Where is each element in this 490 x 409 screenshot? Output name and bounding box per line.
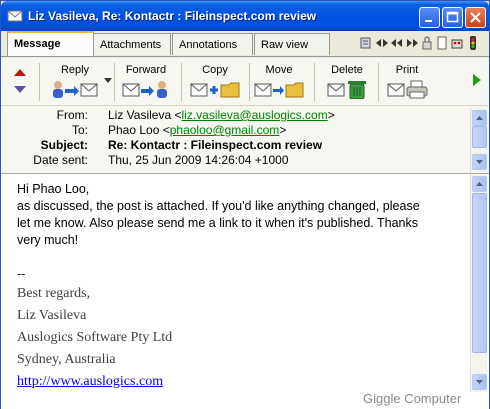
message-toolbar: Reply Forward Copy Move Delete Print bbox=[1, 58, 489, 106]
delete-icon bbox=[327, 81, 366, 99]
body-scroll-thumb[interactable] bbox=[472, 193, 487, 353]
watermark: Giggle Computer bbox=[363, 391, 462, 406]
spam-icon[interactable] bbox=[450, 35, 464, 51]
reply-label: Reply bbox=[60, 64, 90, 76]
toolbar-separator bbox=[378, 63, 379, 101]
toolbar-separator bbox=[249, 63, 250, 101]
window-title: Liz Vasileva, Re: Kontactr : Fileinspect… bbox=[28, 9, 317, 23]
envelope-icon bbox=[7, 10, 23, 22]
signature-location: Sydney, Australia bbox=[17, 352, 116, 367]
body-scrollbar[interactable] bbox=[470, 174, 487, 392]
reply-button[interactable]: Reply bbox=[49, 64, 101, 99]
toolbar-more-icon[interactable] bbox=[472, 73, 482, 87]
thread-icon[interactable] bbox=[359, 35, 373, 51]
signature-line: Best regards, bbox=[17, 286, 91, 301]
status-light-icon[interactable] bbox=[466, 35, 480, 51]
move-button[interactable]: Move bbox=[251, 64, 307, 99]
body-scroll-down-button[interactable] bbox=[472, 374, 487, 390]
to-label: To: bbox=[71, 123, 88, 137]
maximize-button[interactable] bbox=[442, 7, 463, 28]
close-icon bbox=[470, 12, 481, 23]
to-email-link[interactable]: phaoloo@gmail.com bbox=[170, 123, 280, 137]
lock-icon[interactable] bbox=[420, 35, 434, 51]
date-value: Thu, 25 Jun 2009 14:26:04 +1000 bbox=[108, 153, 289, 167]
arrow-up-icon bbox=[476, 116, 483, 120]
message-body-text: Hi Phao Loo, as discussed, the post is a… bbox=[17, 181, 465, 393]
copy-label: Copy bbox=[202, 64, 228, 76]
minimize-button[interactable] bbox=[419, 7, 440, 28]
arrow-down-icon bbox=[476, 380, 483, 384]
previous-icon[interactable] bbox=[390, 35, 404, 51]
headers-scroll-up-button[interactable] bbox=[472, 110, 487, 126]
delete-label: Delete bbox=[331, 64, 363, 76]
move-label: Move bbox=[265, 64, 293, 76]
from-row: From: Liz Vasileva <liz.vasileva@auslogi… bbox=[1, 108, 471, 123]
date-row: Date sent: Thu, 25 Jun 2009 14:26:04 +10… bbox=[1, 153, 471, 168]
next-icon[interactable] bbox=[405, 35, 419, 51]
maximize-icon bbox=[446, 11, 459, 23]
headers-scroll-down-button[interactable] bbox=[472, 154, 487, 170]
prev-next-icon[interactable] bbox=[375, 35, 389, 51]
arrow-up-icon bbox=[476, 182, 483, 186]
headers-scroll-thumb[interactable] bbox=[472, 126, 487, 148]
from-label: From: bbox=[56, 108, 88, 122]
toolbar-separator bbox=[39, 63, 40, 101]
minimize-icon bbox=[425, 20, 432, 22]
print-icon bbox=[387, 80, 428, 99]
delete-button[interactable]: Delete bbox=[323, 64, 371, 99]
body-line: very much! bbox=[17, 233, 79, 247]
signature-company: Auslogics Software Pty Ltd bbox=[17, 330, 173, 345]
copy-button[interactable]: Copy bbox=[187, 64, 243, 99]
to-name: Phao Loo < bbox=[108, 123, 170, 137]
signature-separator: -- bbox=[17, 267, 26, 281]
from-email-link[interactable]: liz.vasileva@auslogics.com bbox=[181, 108, 327, 122]
print-label: Print bbox=[395, 64, 419, 76]
tab-raw-view[interactable]: Raw view bbox=[254, 33, 330, 55]
tab-annotations[interactable]: Annotations bbox=[172, 33, 253, 55]
tab-divider bbox=[1, 56, 489, 57]
email-viewer-window: Liz Vasileva, Re: Kontactr : Fileinspect… bbox=[0, 0, 490, 409]
from-name: Liz Vasileva < bbox=[108, 108, 182, 122]
message-headers: From: Liz Vasileva <liz.vasileva@auslogi… bbox=[1, 106, 489, 173]
arrow-down-icon bbox=[476, 160, 483, 164]
body-scroll-up-button[interactable] bbox=[472, 176, 487, 192]
title-bar[interactable]: Liz Vasileva, Re: Kontactr : Fileinspect… bbox=[1, 1, 489, 31]
toolbar-separator bbox=[314, 63, 315, 101]
move-to-folder-icon bbox=[254, 82, 304, 98]
from-bracket: > bbox=[327, 108, 335, 122]
tab-attachments[interactable]: Attachments bbox=[93, 33, 171, 55]
reply-icon bbox=[53, 81, 98, 98]
close-button[interactable] bbox=[465, 7, 486, 28]
print-button[interactable]: Print bbox=[383, 64, 431, 99]
body-line: as discussed, the post is attached. If y… bbox=[17, 199, 420, 213]
forward-label: Forward bbox=[125, 64, 167, 76]
forward-icon bbox=[122, 81, 167, 98]
toolbar-separator bbox=[181, 63, 182, 101]
forward-button[interactable]: Forward bbox=[119, 64, 173, 99]
subject-label: Subject: bbox=[40, 138, 88, 152]
copy-to-folder-icon bbox=[190, 82, 240, 98]
body-greeting: Hi Phao Loo, bbox=[17, 182, 90, 196]
body-line: let me know. Also please send me a link … bbox=[17, 216, 418, 230]
nav-icon-group bbox=[359, 35, 487, 51]
reply-dropdown-icon[interactable] bbox=[104, 78, 112, 84]
message-body[interactable]: Hi Phao Loo, as discussed, the post is a… bbox=[1, 173, 489, 409]
signature-name: Liz Vasileva bbox=[17, 308, 87, 323]
next-message-icon[interactable] bbox=[13, 85, 27, 95]
to-row: To: Phao Loo <phaoloo@gmail.com> bbox=[1, 123, 471, 138]
subject-row: Subject: Re: Kontactr : Fileinspect.com … bbox=[1, 138, 471, 153]
subject-value: Re: Kontactr : Fileinspect.com review bbox=[108, 138, 323, 152]
to-bracket: > bbox=[279, 123, 287, 137]
date-label: Date sent: bbox=[33, 153, 88, 167]
toolbar-separator bbox=[114, 63, 115, 101]
previous-message-icon[interactable] bbox=[13, 67, 27, 77]
tab-message[interactable]: Message bbox=[7, 31, 94, 56]
headers-scrollbar[interactable] bbox=[470, 108, 487, 172]
document-icon[interactable] bbox=[435, 35, 449, 51]
signature-website-link[interactable]: http://www.auslogics.com bbox=[17, 371, 465, 393]
